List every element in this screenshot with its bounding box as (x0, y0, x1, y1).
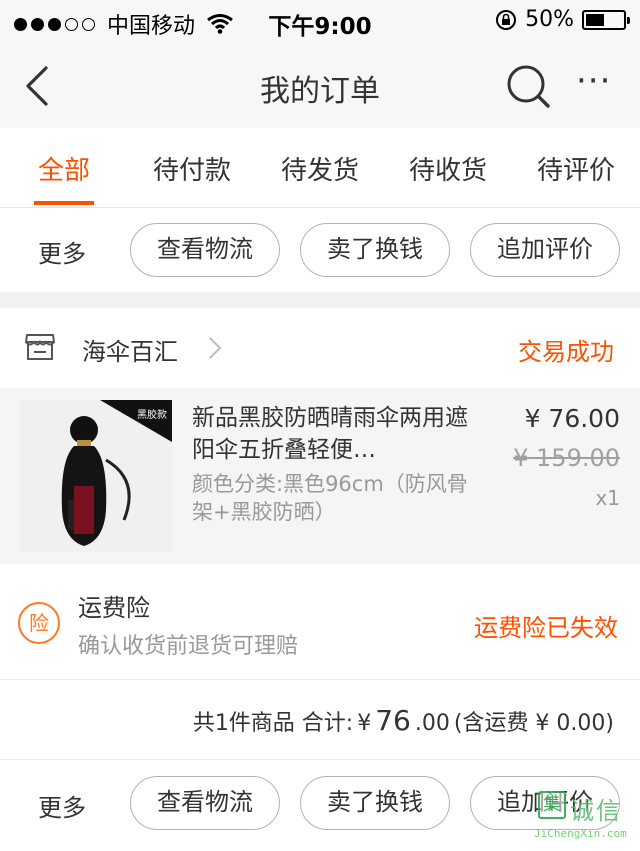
summary-shipping: (含运费 ¥ 0.00) (453, 711, 614, 736)
battery-icon (582, 9, 630, 30)
status-bar: 中国移动 下午9:00 50% (0, 0, 640, 42)
product-quantity: x1 (595, 486, 620, 510)
active-tab-indicator (34, 201, 94, 205)
view-logistics-button[interactable]: 查看物流 (130, 776, 280, 830)
watermark-url: JiChengXin.com (534, 827, 627, 840)
tab-pending-shipment[interactable]: 待发货 (270, 150, 370, 187)
product-sku: 颜色分类:黑色96cm（防风骨架+黑胶防晒） (192, 472, 468, 524)
battery-level-fill (586, 13, 604, 26)
product-price: ¥ 76.00 (524, 404, 620, 433)
umbrella-image-icon: 黑胶款 (20, 400, 172, 552)
tab-pending-payment[interactable]: 待付款 (142, 150, 242, 187)
nav-bar: 我的订单 ··· (0, 42, 640, 128)
order-card: 海伞百汇 交易成功 黑胶款 新品黑胶防晒晴雨伞两用遮阳伞五折叠轻便… 颜色分类:… (0, 308, 640, 851)
summary-count: 共1件商品 合计: (192, 711, 354, 736)
more-button[interactable]: 更多 (38, 234, 86, 269)
resell-button[interactable]: 卖了换钱 (300, 776, 450, 830)
chevron-right-icon (209, 337, 222, 359)
watermark: 集 诚信 JiChengXin.com (522, 789, 632, 847)
watermark-logo: 集 (538, 791, 566, 819)
tab-pending-receipt[interactable]: 待收货 (398, 150, 498, 187)
summary-amount-int: 76 (375, 704, 411, 737)
tab-all[interactable]: 全部 (14, 150, 114, 187)
rotation-lock-icon (496, 9, 517, 30)
more-dots-icon[interactable]: ··· (576, 64, 616, 104)
insurance-status: 运费险已失效 (474, 614, 618, 642)
shop-name[interactable]: 海伞百汇 (82, 332, 178, 367)
thumb-badge: 黑胶款 (137, 408, 167, 421)
product-thumbnail[interactable]: 黑胶款 (20, 400, 172, 552)
order-tabs: 全部 待付款 待发货 待收货 待评价 (0, 128, 640, 208)
product-title[interactable]: 新品黑胶防晒晴雨伞两用遮阳伞五折叠轻便… (192, 402, 472, 466)
summary-amount-dec: .00 (414, 711, 450, 736)
watermark-text: 诚信 (570, 797, 622, 825)
order-status: 交易成功 (518, 338, 614, 366)
shop-header[interactable]: 海伞百汇 交易成功 (0, 308, 640, 388)
store-icon (25, 334, 55, 360)
add-review-button[interactable]: 追加评价 (470, 223, 620, 277)
order-item[interactable]: 黑胶款 新品黑胶防晒晴雨伞两用遮阳伞五折叠轻便… 颜色分类:黑色96cm（防风骨… (0, 388, 640, 564)
shipping-insurance-row[interactable]: 险 运费险 确认收货前退货可理赔 运费险已失效 (0, 564, 640, 680)
product-original-price: ¥ 159.00 (513, 444, 620, 472)
battery-percent: 50% (525, 7, 574, 32)
tab-pending-review[interactable]: 待评价 (526, 150, 626, 187)
top-action-row: 更多 查看物流 卖了换钱 追加评价 (0, 208, 640, 292)
insurance-icon: 险 (18, 602, 60, 644)
view-logistics-button[interactable]: 查看物流 (130, 223, 280, 277)
order-summary: 共1件商品 合计: ¥ 76.00 (含运费 ¥ 0.00) (0, 680, 640, 760)
search-icon[interactable] (504, 62, 552, 110)
more-button[interactable]: 更多 (38, 788, 86, 823)
resell-button[interactable]: 卖了换钱 (300, 223, 450, 277)
insurance-subtitle: 确认收货前退货可理赔 (78, 634, 299, 659)
insurance-title: 运费险 (78, 594, 150, 622)
summary-currency: ¥ (357, 711, 372, 736)
